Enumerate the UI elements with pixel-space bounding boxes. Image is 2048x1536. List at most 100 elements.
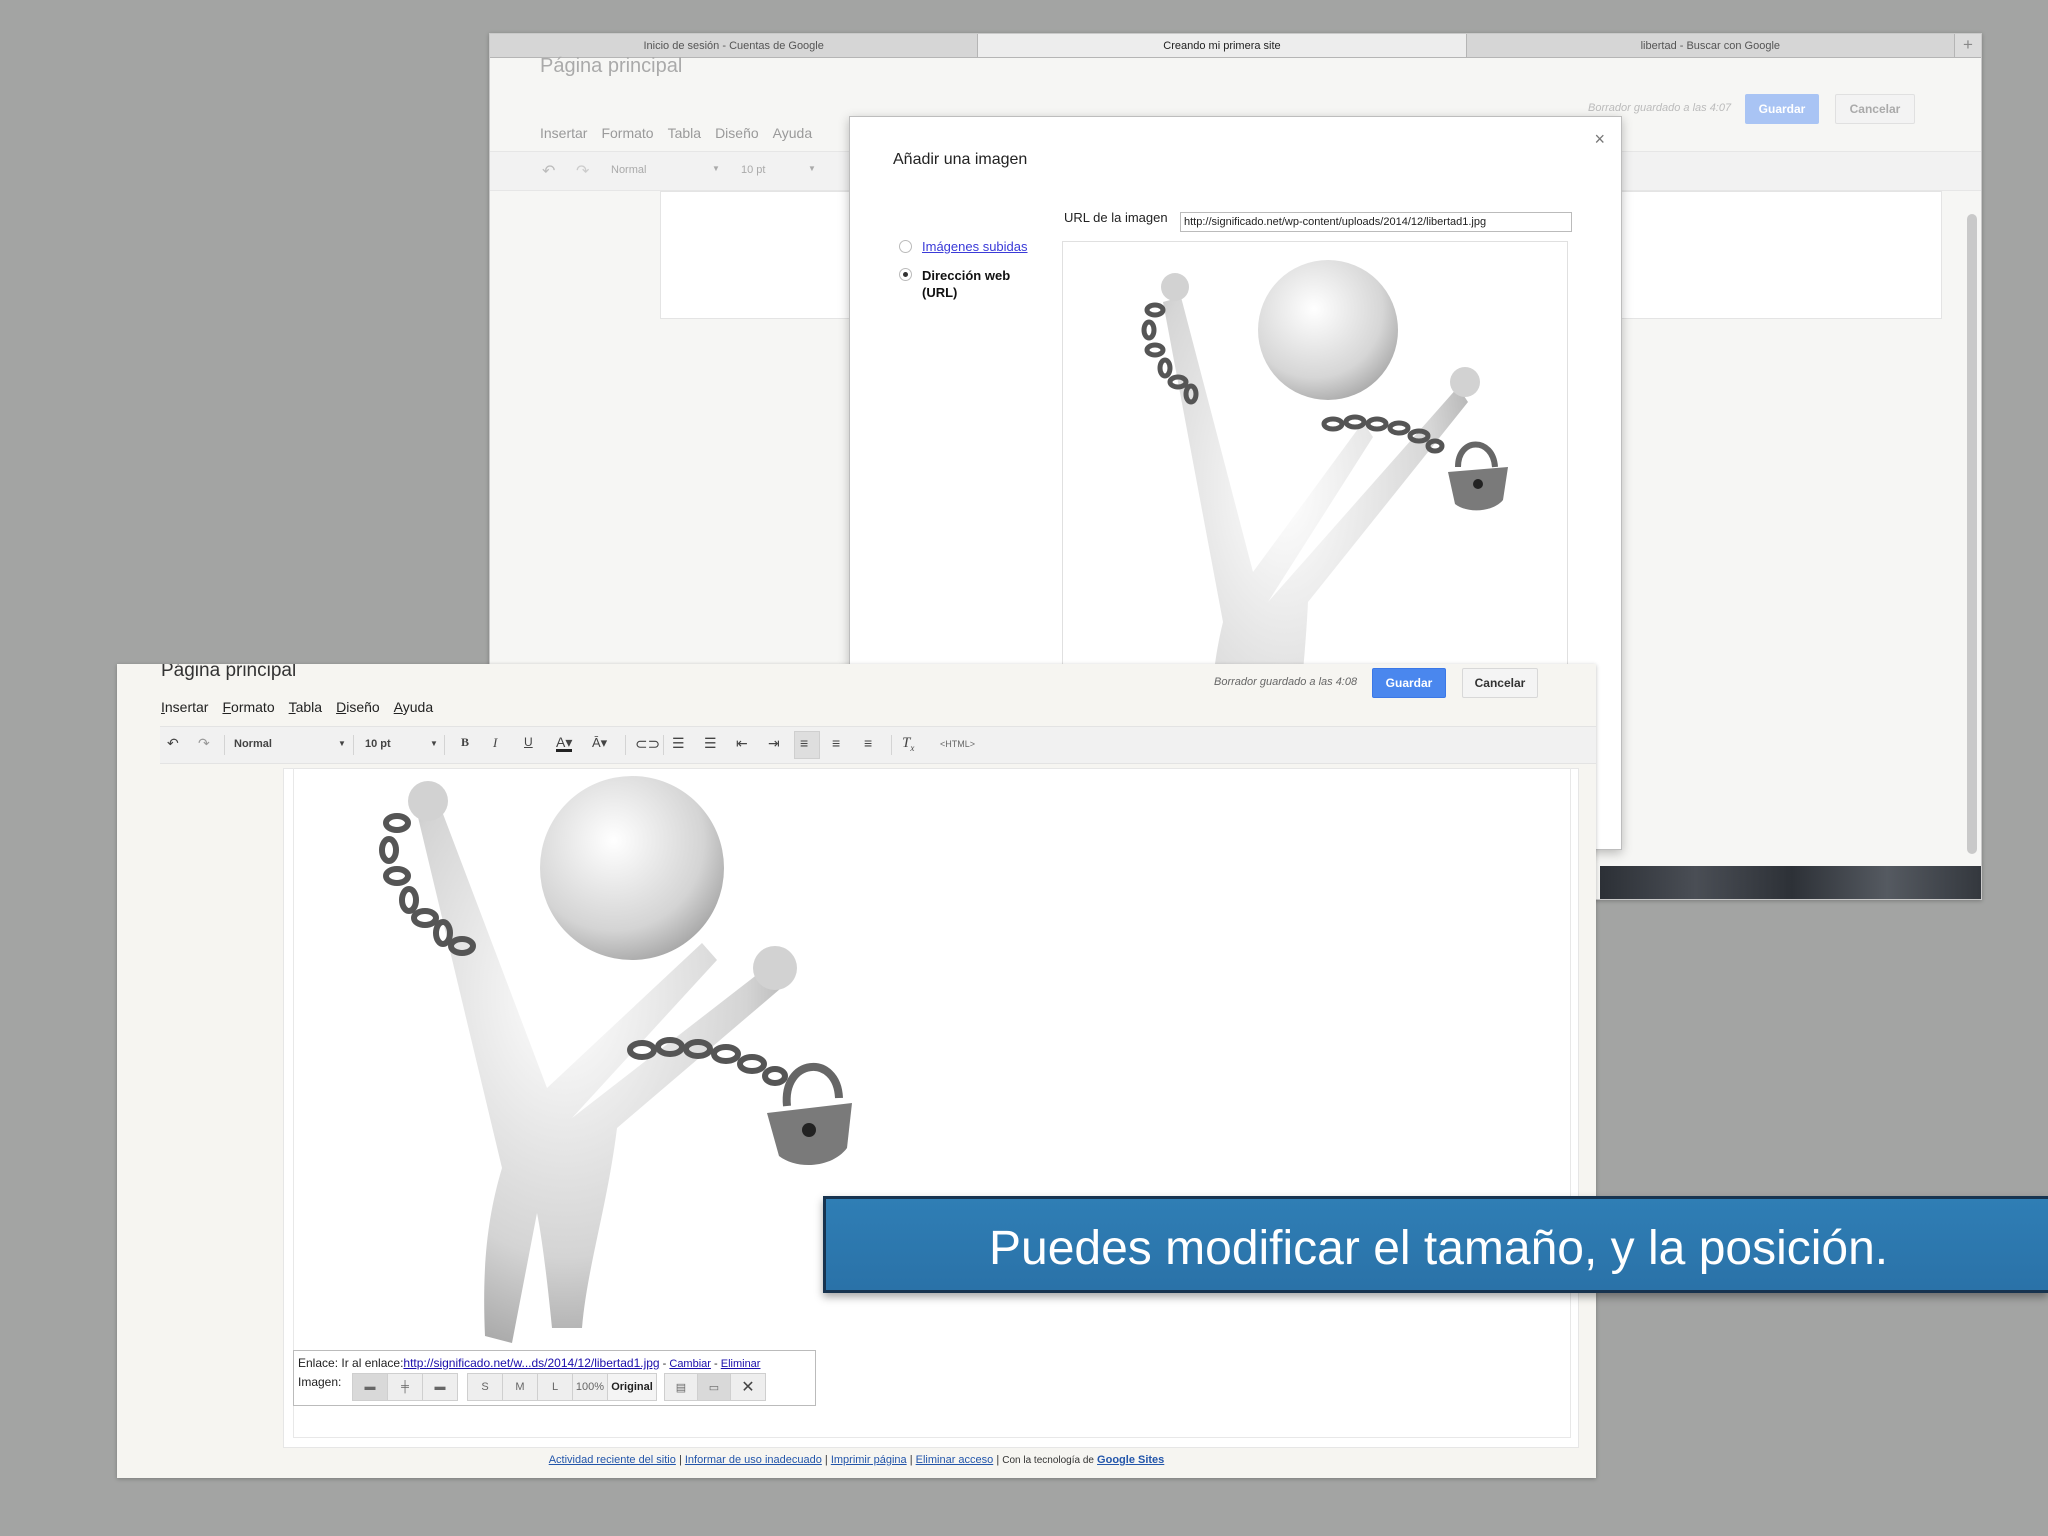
change-link[interactable]: Cambiar bbox=[669, 1358, 711, 1370]
cancel-button[interactable]: Cancelar bbox=[1835, 94, 1915, 124]
radio-web-url[interactable] bbox=[899, 268, 912, 281]
redo-icon[interactable]: ↷ bbox=[198, 735, 210, 752]
web-url-label: Dirección web (URL) bbox=[922, 268, 1011, 300]
text-color-icon[interactable]: A▾ bbox=[556, 735, 573, 752]
footer-powered-by: Con la tecnología de bbox=[1002, 1455, 1094, 1466]
scrollbar[interactable] bbox=[1967, 214, 1977, 854]
close-icon[interactable]: × bbox=[1594, 129, 1605, 150]
bullet-list-icon[interactable]: ☰ bbox=[704, 735, 717, 752]
page-title: Página principal bbox=[161, 664, 297, 681]
chevron-down-icon: ▼ bbox=[808, 164, 816, 173]
close-icon[interactable]: ✕ bbox=[730, 1373, 766, 1401]
background-image-strip bbox=[1600, 866, 1981, 899]
menu-tabla[interactable]: Tabla bbox=[289, 699, 322, 715]
chevron-down-icon: ▼ bbox=[430, 739, 438, 748]
numbered-list-icon[interactable]: ☰ bbox=[672, 735, 685, 752]
toolbar-divider bbox=[444, 735, 445, 755]
link-label: Enlace: bbox=[298, 1356, 339, 1370]
go-to-link-label: Ir al enlace: bbox=[341, 1356, 404, 1370]
align-right-icon[interactable]: ≡ bbox=[864, 735, 872, 751]
footer-google-sites[interactable]: Google Sites bbox=[1097, 1454, 1164, 1466]
footer-print-page[interactable]: Imprimir página bbox=[831, 1454, 907, 1466]
italic-button[interactable]: I bbox=[493, 735, 497, 751]
dialog-title: Añadir una imagen bbox=[893, 151, 1028, 168]
no-wrap-icon[interactable]: ▭ bbox=[697, 1373, 731, 1401]
bold-button[interactable]: B bbox=[461, 735, 469, 750]
menu-insertar[interactable]: Insertar bbox=[161, 699, 208, 715]
chevron-down-icon: ▼ bbox=[712, 164, 720, 173]
image-properties-bubble: Enlace: Ir al enlace:http://significado.… bbox=[293, 1350, 816, 1406]
front-editor-window: Página principal Insertar Formato Tabla … bbox=[117, 664, 1596, 1478]
option-web-url[interactable]: Dirección web (URL) bbox=[899, 267, 1022, 301]
image-link-url[interactable]: http://significado.net/w...ds/2014/12/li… bbox=[403, 1356, 659, 1370]
tab-first-site[interactable]: Creando mi primera site bbox=[978, 34, 1467, 57]
style-dropdown[interactable]: Normal bbox=[611, 164, 646, 176]
undo-icon[interactable]: ↶ bbox=[167, 735, 179, 752]
menu-diseno[interactable]: Diseño bbox=[336, 699, 380, 715]
remove-link[interactable]: Eliminar bbox=[721, 1358, 761, 1370]
align-center-icon[interactable]: ≡ bbox=[832, 735, 840, 751]
save-button[interactable]: Guardar bbox=[1745, 94, 1819, 124]
tab-google-login[interactable]: Inicio de sesión - Cuentas de Google bbox=[490, 34, 979, 57]
menu-formato[interactable]: Formato bbox=[601, 125, 653, 141]
toolbar-divider bbox=[625, 735, 626, 755]
undo-icon[interactable]: ↶ bbox=[542, 161, 555, 181]
image-size-controls: ▬ ╪ ▬ S M L 100% Original ▤ ▭ ✕ bbox=[352, 1373, 766, 1401]
menu-formato[interactable]: Formato bbox=[222, 699, 274, 715]
menu-diseno[interactable]: Diseño bbox=[715, 125, 759, 141]
uploaded-images-link[interactable]: Imágenes subidas bbox=[922, 239, 1028, 254]
size-100-button[interactable]: 100% bbox=[572, 1373, 608, 1401]
align-left-image-icon[interactable]: ▬ bbox=[352, 1373, 388, 1401]
clear-format-icon[interactable]: Tx bbox=[902, 735, 914, 753]
image-url-input[interactable]: http://significado.net/wp-content/upload… bbox=[1180, 212, 1572, 232]
align-center-image-icon[interactable]: ╪ bbox=[387, 1373, 423, 1401]
editor-menu-bar: Insertar Formato Tabla Diseño Ayuda bbox=[161, 699, 433, 715]
radio-uploaded[interactable] bbox=[899, 240, 912, 253]
image-link-row: Enlace: Ir al enlace:http://significado.… bbox=[298, 1356, 760, 1370]
draft-status: Borrador guardado a las 4:08 bbox=[1214, 676, 1358, 688]
outdent-icon[interactable]: ⇤ bbox=[736, 735, 748, 752]
footer-remove-access[interactable]: Eliminar acceso bbox=[916, 1454, 994, 1466]
font-size-dropdown[interactable]: 10 pt bbox=[741, 164, 765, 176]
footer-report-abuse[interactable]: Informar de uso inadecuado bbox=[685, 1454, 822, 1466]
editor-toolbar: ↶ ↷ Normal ▼ 10 pt ▼ B I U A▾ Ā▾ ⊂⊃ ☰ ☰ … bbox=[160, 726, 1596, 764]
link-icon[interactable]: ⊂⊃ bbox=[635, 735, 660, 753]
wrap-text-icon[interactable]: ▤ bbox=[664, 1373, 698, 1401]
cancel-button[interactable]: Cancelar bbox=[1462, 668, 1538, 698]
size-small-button[interactable]: S bbox=[467, 1373, 503, 1401]
indent-icon[interactable]: ⇥ bbox=[768, 735, 780, 752]
site-footer: Actividad reciente del sitio | Informar … bbox=[117, 1454, 1596, 1466]
image-url-label: URL de la imagen bbox=[1064, 210, 1168, 225]
menu-ayuda[interactable]: Ayuda bbox=[773, 125, 812, 141]
align-right-image-icon[interactable]: ▬ bbox=[422, 1373, 458, 1401]
style-dropdown[interactable]: Normal bbox=[234, 738, 272, 750]
separator: - bbox=[710, 1358, 721, 1370]
size-large-button[interactable]: L bbox=[537, 1373, 573, 1401]
page-title: Página principal bbox=[540, 55, 683, 77]
highlight-color-icon[interactable]: Ā▾ bbox=[592, 735, 607, 751]
separator: - bbox=[659, 1358, 670, 1370]
menu-ayuda[interactable]: Ayuda bbox=[394, 699, 433, 715]
browser-tab-bar: Inicio de sesión - Cuentas de Google Cre… bbox=[490, 34, 1981, 58]
save-button[interactable]: Guardar bbox=[1372, 668, 1446, 698]
underline-button[interactable]: U bbox=[524, 735, 533, 749]
menu-insertar[interactable]: Insertar bbox=[540, 125, 587, 141]
html-button[interactable]: <HTML> bbox=[940, 739, 975, 749]
footer-recent-activity[interactable]: Actividad reciente del sitio bbox=[549, 1454, 676, 1466]
menu-tabla[interactable]: Tabla bbox=[668, 125, 701, 141]
option-uploaded-images[interactable]: Imágenes subidas bbox=[899, 239, 1028, 254]
size-medium-button[interactable]: M bbox=[502, 1373, 538, 1401]
toolbar-divider bbox=[353, 735, 354, 755]
redo-icon[interactable]: ↷ bbox=[576, 161, 589, 181]
draft-status: Borrador guardado a las 4:07 bbox=[1588, 102, 1732, 114]
toolbar-divider bbox=[891, 735, 892, 755]
new-tab-button[interactable]: + bbox=[1954, 34, 1981, 57]
align-left-icon[interactable]: ≡ bbox=[800, 735, 808, 751]
size-original-button[interactable]: Original bbox=[607, 1373, 657, 1401]
toolbar-divider bbox=[663, 735, 664, 755]
font-size-dropdown[interactable]: 10 pt bbox=[365, 738, 391, 750]
tab-google-search[interactable]: libertad - Buscar con Google bbox=[1467, 34, 1955, 57]
caption-text: Puedes modificar el tamaño, y la posició… bbox=[989, 1222, 1889, 1275]
